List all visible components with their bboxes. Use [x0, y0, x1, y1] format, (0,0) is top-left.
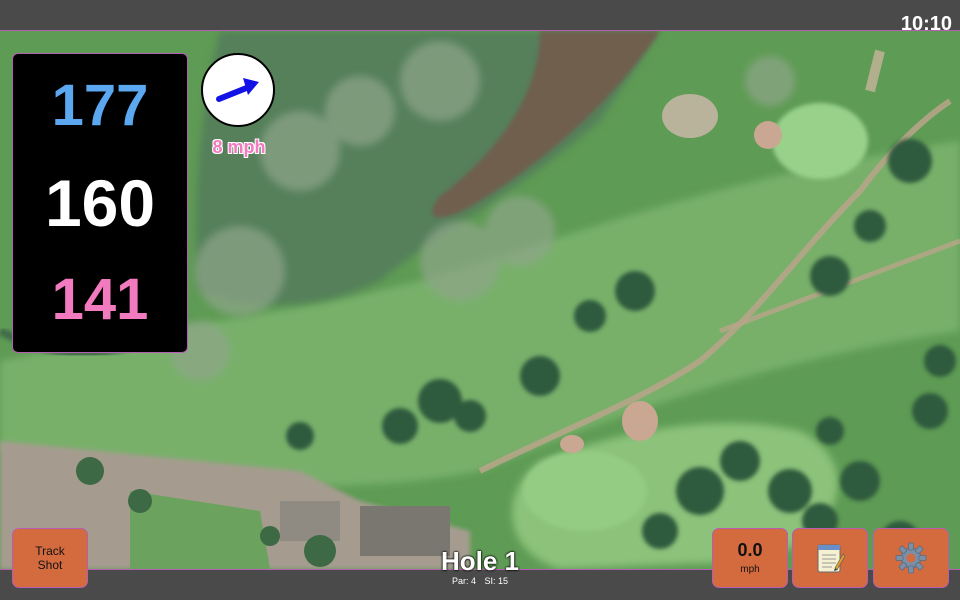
settings-button[interactable]: [873, 528, 949, 588]
top-status-bar: 10:10: [0, 0, 960, 34]
track-shot-label-line1: Track: [35, 543, 65, 558]
distance-panel: 177 160 141: [12, 53, 188, 353]
notepad-icon: [817, 544, 845, 573]
course-map[interactable]: 177 160 141 8 mph: [0, 31, 960, 569]
wind-speed-label: 8 mph: [212, 137, 266, 157]
stroke-index-label: SI: 15: [484, 576, 509, 586]
track-shot-label-line2: Shot: [37, 558, 63, 572]
wind-direction-dial: [201, 53, 275, 127]
front-distance: 141: [51, 266, 149, 332]
speed-value: 0.0: [737, 539, 763, 560]
hole-title: Hole 1: [440, 546, 520, 576]
arrow-east-northeast-icon: [216, 78, 259, 102]
gear-icon: [895, 542, 927, 574]
hole-info: Par: 4 SI: 15: [380, 577, 580, 586]
speed-unit: mph: [740, 564, 760, 576]
track-shot-button[interactable]: Track Shot: [12, 528, 88, 588]
back-distance: 177: [51, 73, 149, 139]
par-label: Par: 4: [451, 576, 476, 586]
middle-distance: 160: [44, 165, 156, 240]
speed-button[interactable]: 0.0 mph: [712, 528, 788, 588]
scorecard-notes-button[interactable]: [792, 528, 868, 588]
